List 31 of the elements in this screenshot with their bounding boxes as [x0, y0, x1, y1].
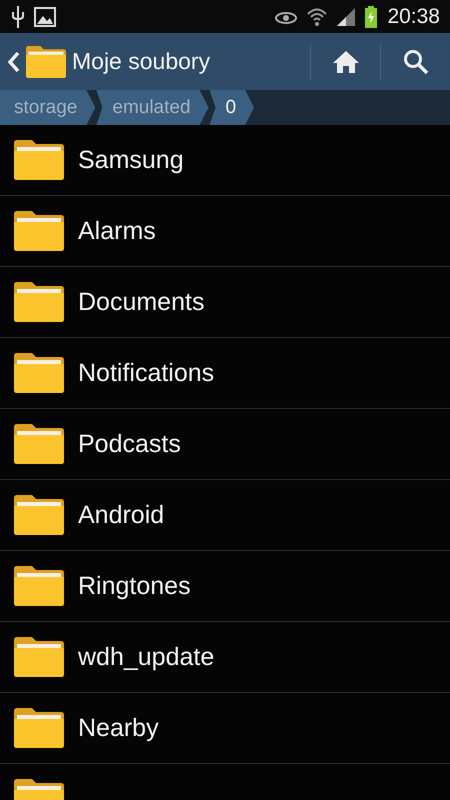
battery-icon — [365, 6, 378, 28]
app-title: Moje soubory — [72, 48, 212, 75]
folder-icon — [14, 424, 64, 464]
folder-icon — [14, 637, 64, 677]
breadcrumb[interactable]: 0 — [210, 90, 254, 125]
folder-name[interactable]: Documents — [78, 288, 204, 316]
search-icon[interactable] — [402, 48, 428, 74]
folder-name[interactable]: Ringtones — [78, 572, 191, 600]
folder-icon — [26, 46, 66, 78]
wifi-icon — [307, 6, 328, 26]
folder-name[interactable]: Android — [78, 500, 164, 530]
folder-icon — [14, 282, 64, 322]
folder-name[interactable]: wdh_update — [78, 642, 214, 672]
folder-name[interactable]: Alarms — [78, 216, 156, 246]
home-icon[interactable] — [332, 50, 360, 74]
signal-icon — [337, 8, 356, 26]
folder-name[interactable]: Nearby — [78, 714, 159, 742]
folder-icon — [14, 495, 64, 535]
usb-icon — [12, 6, 24, 28]
clock: 20:38 — [387, 4, 440, 28]
eye-icon — [275, 10, 298, 24]
folder-icon — [14, 353, 64, 393]
folder-name[interactable]: Podcasts — [78, 430, 181, 458]
folder-icon — [14, 708, 64, 748]
folder-name[interactable]: Samsung — [78, 146, 184, 174]
folder-icon — [14, 566, 64, 606]
folder-name[interactable]: Notifications — [78, 358, 214, 388]
image-icon — [34, 6, 56, 26]
back-icon[interactable] — [8, 50, 20, 72]
folder-icon — [14, 140, 64, 180]
folder-icon — [14, 211, 64, 251]
